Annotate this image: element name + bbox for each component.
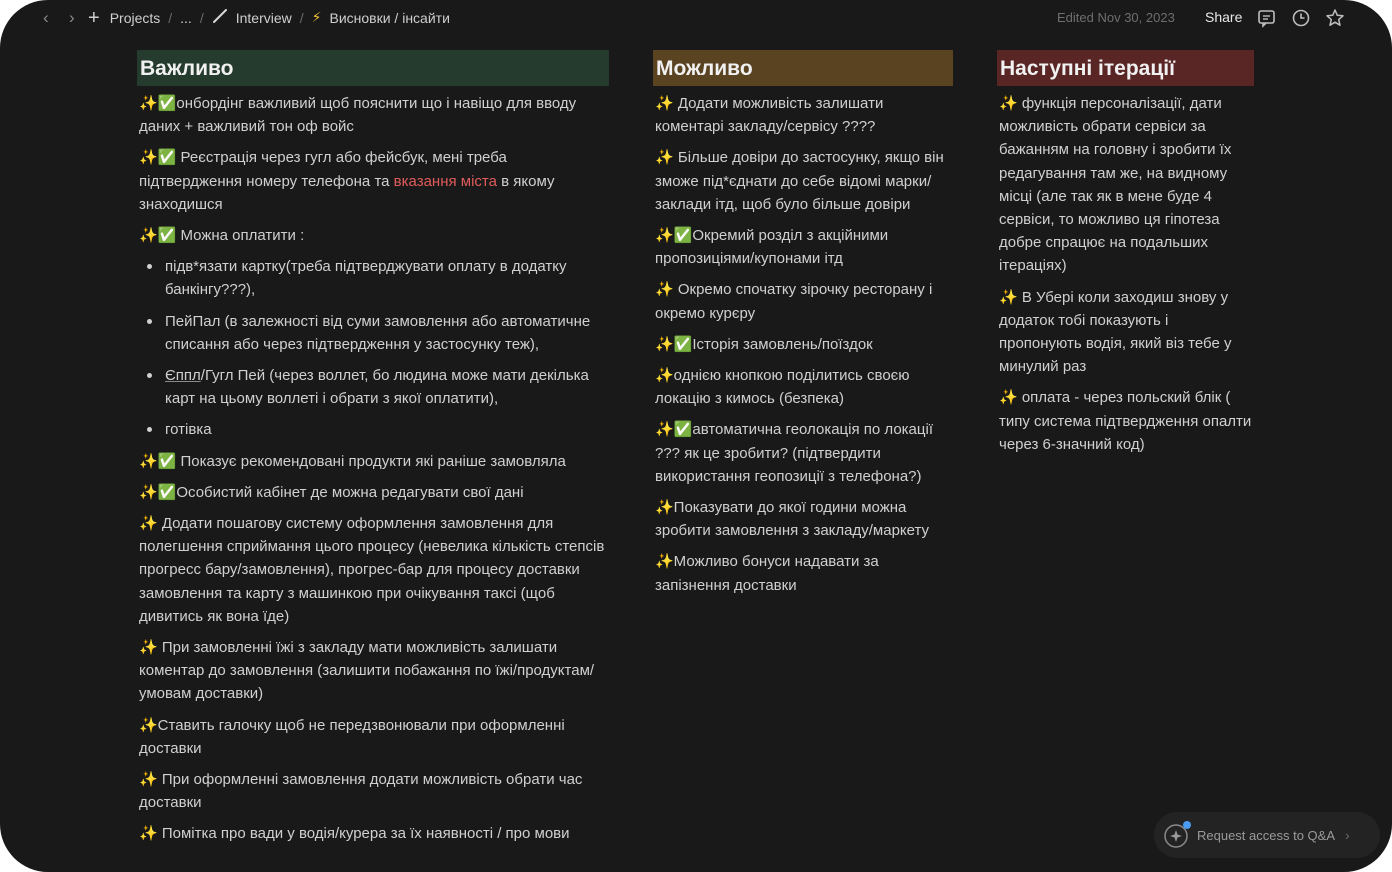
column-important: Важливо ✨✅онбордінг важливий щоб пояснит… <box>137 50 609 854</box>
notion-window: ‹ › + Projects / ... / Interview / ⚡ Вис… <box>0 0 1392 872</box>
notification-dot <box>1183 821 1191 829</box>
bullet-item[interactable]: Єппл/Гугл Пей (через воллет, бо людина м… <box>137 364 609 410</box>
pencil-icon <box>212 9 228 26</box>
breadcrumb-interview[interactable]: Interview <box>236 10 292 26</box>
request-access-qa-button[interactable]: Request access to Q&A › <box>1154 812 1380 858</box>
breadcrumb-projects[interactable]: Projects <box>110 10 161 26</box>
column-possible: Можливо ✨ Додати можливість залишати ком… <box>653 50 953 605</box>
list-item[interactable]: ✨ При оформленні замовлення додати можли… <box>139 768 609 814</box>
list-item[interactable]: ✨✅ Показує рекомендовані продукти які ра… <box>139 450 609 473</box>
column-header-important[interactable]: Важливо <box>137 50 609 86</box>
qa-label: Request access to Q&A <box>1197 827 1336 843</box>
highlighted-text: вказання міста <box>393 172 497 190</box>
item-text: /Гугл Пей (через воллет, бо людина може … <box>165 367 589 408</box>
bullet-item[interactable]: готівка <box>137 418 609 441</box>
lightning-icon: ⚡ <box>311 9 322 25</box>
list-item[interactable]: ✨ В Убері коли заходиш знову у додаток т… <box>999 286 1254 379</box>
breadcrumb-ellipsis[interactable]: ... <box>180 10 192 26</box>
chevron-right-icon: › <box>1345 827 1350 843</box>
list-item[interactable]: ✨✅автоматична геолокація по локації ??? … <box>655 418 953 488</box>
breadcrumb-separator: / <box>168 9 173 26</box>
column-items: ✨ функція персоналізації, дати можливіст… <box>997 92 1254 456</box>
list-item[interactable]: ✨✅ Можна оплатити : <box>139 224 609 247</box>
comments-icon[interactable] <box>1257 8 1277 28</box>
list-item[interactable]: ✨✅Особистий кабінет де можна редагувати … <box>139 481 609 504</box>
list-item[interactable]: ✨Ставить галочку щоб не передзвонювали п… <box>139 714 609 760</box>
bullet-item[interactable]: ПейПал (в залежності від суми замовлення… <box>137 310 609 356</box>
top-bar: ‹ › + Projects / ... / Interview / ⚡ Вис… <box>0 0 1392 36</box>
payment-options-list: підв*язати картку(треба підтверджувати о… <box>137 255 609 441</box>
list-item[interactable]: ✨ функція персоналізації, дати можливіст… <box>999 92 1254 278</box>
history-icon[interactable] <box>1291 8 1311 28</box>
list-item[interactable]: ✨✅Історія замовлень/поїздок <box>655 333 953 356</box>
list-item[interactable]: ✨ При замовленні їжі з закладу мати можл… <box>139 636 609 706</box>
list-item[interactable]: ✨✅онбордінг важливий щоб пояснити що і н… <box>139 92 609 138</box>
breadcrumb: + Projects / ... / Interview / ⚡ Висновк… <box>88 8 450 28</box>
list-item[interactable]: ✨Показувати до якої години можна зробити… <box>655 496 953 542</box>
list-item[interactable]: ✨✅ Реєстрація через гугл або фейсбук, ме… <box>139 146 609 216</box>
list-item[interactable]: ✨Можливо бонуси надавати за запізнення д… <box>655 550 953 596</box>
back-arrow-icon[interactable]: ‹ <box>43 8 49 28</box>
column-header-next-iterations[interactable]: Наступні ітерації <box>997 50 1254 86</box>
column-next-iterations: Наступні ітерації ✨ функція персоналізац… <box>997 50 1254 464</box>
column-header-possible[interactable]: Можливо <box>653 50 953 86</box>
breadcrumb-current-page[interactable]: Висновки / інсайти <box>329 10 449 26</box>
list-item[interactable]: ✨ оплата - через польский блік ( типу си… <box>999 386 1254 456</box>
bullet-item[interactable]: підв*язати картку(треба підтверджувати о… <box>137 255 609 301</box>
list-item[interactable]: ✨однією кнопкою поділитись своєю локацію… <box>655 364 953 410</box>
list-item[interactable]: ✨ Помітка про вади у водія/курера за їх … <box>139 822 609 845</box>
sparkle-ai-icon <box>1163 821 1191 849</box>
share-button[interactable]: Share <box>1205 9 1242 25</box>
list-item[interactable]: ✨ Окремо спочатку зірочку ресторану і ок… <box>655 278 953 324</box>
column-items: ✨ Додати можливість залишати коментарі з… <box>653 92 953 597</box>
breadcrumb-separator: / <box>199 9 204 26</box>
list-item[interactable]: ✨ Додати пошагову систему оформлення зам… <box>139 512 609 628</box>
underlined-text: Єппл <box>165 367 201 385</box>
breadcrumb-separator: / <box>299 9 304 26</box>
favorite-star-icon[interactable] <box>1325 8 1345 28</box>
edited-timestamp: Edited Nov 30, 2023 <box>1057 10 1175 25</box>
forward-arrow-icon[interactable]: › <box>69 8 75 28</box>
column-items: ✨✅онбордінг важливий щоб пояснити що і н… <box>137 92 609 846</box>
list-item[interactable]: ✨ Додати можливість залишати коментарі з… <box>655 92 953 138</box>
list-item[interactable]: ✨ Більше довіри до застосунку, якщо він … <box>655 146 953 216</box>
list-item[interactable]: ✨✅Окремий розділ з акційними пропозиціям… <box>655 224 953 270</box>
plus-icon[interactable]: + <box>88 8 100 28</box>
